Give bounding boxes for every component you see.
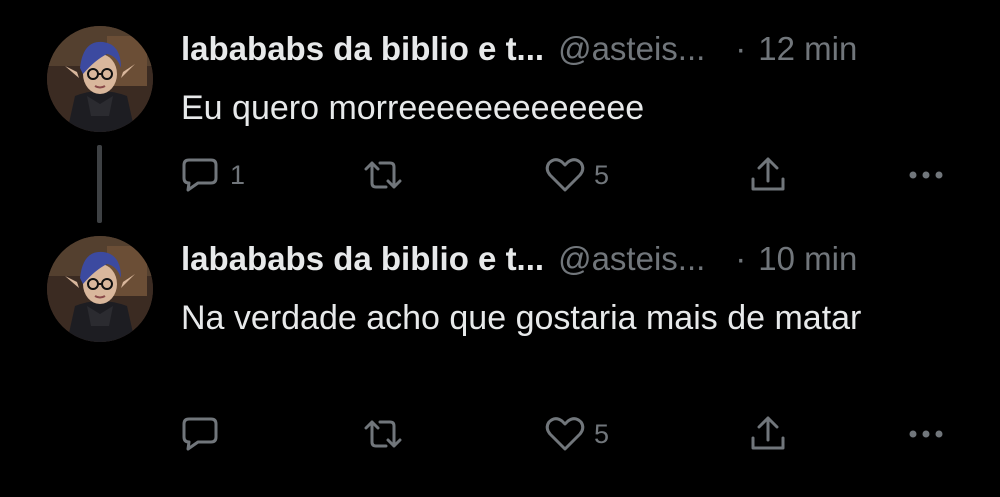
tweet[interactable]: labababs da biblio e t... @asteis... · 1…: [0, 0, 1000, 223]
avatar-portrait-icon: [47, 236, 153, 342]
reply-count: 1: [230, 159, 246, 190]
retweet-button[interactable]: [360, 153, 412, 197]
more-options-button[interactable]: [903, 153, 949, 197]
more-icon: [909, 171, 943, 179]
timestamp[interactable]: 12 min: [758, 30, 857, 68]
display-name[interactable]: labababs da biblio e t...: [181, 30, 544, 68]
heart-icon: [545, 158, 585, 192]
reply-icon: [182, 417, 218, 451]
like-button[interactable]: 5: [542, 153, 609, 197]
avatar[interactable]: [47, 26, 153, 132]
share-button[interactable]: [745, 153, 791, 197]
display-name[interactable]: labababs da biblio e t...: [181, 240, 544, 278]
more-options-button[interactable]: [903, 412, 949, 456]
tweet-header: labababs da biblio e t... @asteis... · 1…: [181, 237, 971, 281]
tweet-actions: 5: [0, 412, 1000, 456]
timestamp[interactable]: 10 min: [758, 240, 857, 278]
retweet-icon: [364, 161, 402, 189]
heart-icon: [545, 417, 585, 451]
tweet-text: Na verdade acho que gostaria mais de mat…: [181, 299, 862, 337]
more-icon: [909, 430, 943, 438]
user-handle[interactable]: @asteis...: [558, 240, 705, 278]
share-icon: [751, 157, 785, 191]
user-handle[interactable]: @asteis...: [558, 30, 705, 68]
separator-dot: ·: [735, 240, 747, 277]
reply-icon: [182, 158, 218, 192]
tweet-header: labababs da biblio e t... @asteis... · 1…: [181, 27, 971, 71]
tweet-text: Eu quero morreeeeeeeeeeeee: [181, 89, 645, 127]
share-icon: [751, 416, 785, 450]
avatar[interactable]: [47, 236, 153, 342]
share-button[interactable]: [745, 412, 791, 456]
reply-button[interactable]: [178, 412, 230, 456]
separator-dot: ·: [735, 30, 747, 67]
like-count: 5: [594, 418, 610, 449]
retweet-icon: [364, 420, 402, 448]
reply-button[interactable]: 1: [178, 153, 245, 197]
avatar-portrait-icon: [47, 26, 153, 132]
retweet-button[interactable]: [360, 412, 412, 456]
like-count: 5: [594, 159, 610, 190]
like-button[interactable]: 5: [542, 412, 609, 456]
tweet-actions: 1 5: [0, 153, 1000, 197]
tweet[interactable]: labababs da biblio e t... @asteis... · 1…: [0, 210, 1000, 497]
